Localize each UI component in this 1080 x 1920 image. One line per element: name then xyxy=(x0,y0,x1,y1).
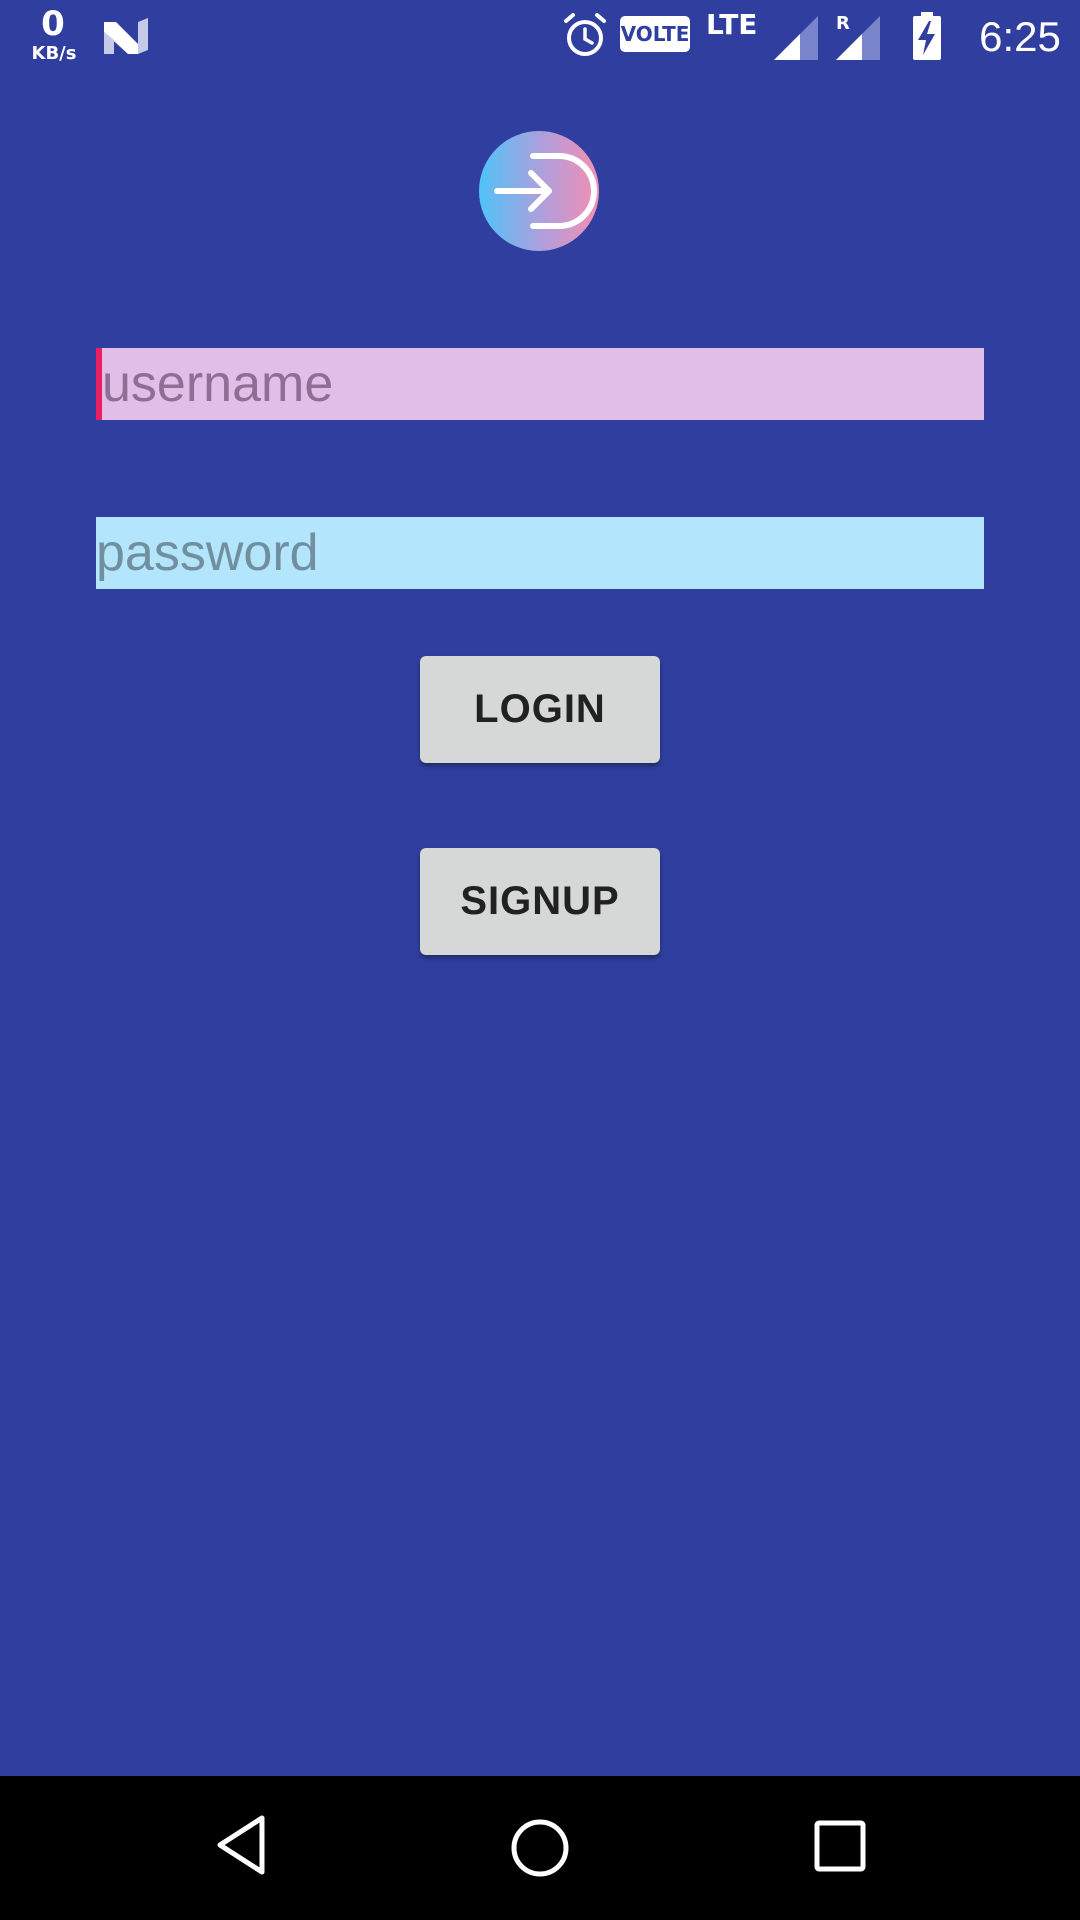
cell-signal-icon xyxy=(774,16,818,60)
net-speed-value: 0 xyxy=(41,4,65,44)
password-input[interactable] xyxy=(96,517,984,589)
recents-icon[interactable] xyxy=(814,1820,866,1872)
battery-charging-icon xyxy=(913,12,941,60)
volte-badge: VOLTE xyxy=(620,16,690,52)
navigation-bar xyxy=(0,1776,1080,1920)
status-bar: 0 KB/s VOLTE LTE R 6:25 xyxy=(0,0,1080,75)
roaming-signal-icon xyxy=(836,16,880,60)
signup-button[interactable]: SIGNUP xyxy=(420,848,660,955)
login-logo xyxy=(479,131,599,251)
back-icon[interactable] xyxy=(214,1814,270,1876)
net-speed-unit: KB/s xyxy=(31,43,77,64)
username-input[interactable] xyxy=(96,348,984,420)
status-time: 6:25 xyxy=(979,13,1061,60)
n-notification-icon xyxy=(104,18,148,54)
login-arrow-icon xyxy=(494,153,597,229)
login-button[interactable]: LOGIN xyxy=(420,656,660,763)
home-icon[interactable] xyxy=(510,1818,570,1878)
network-type-label: LTE xyxy=(706,8,758,41)
alarm-icon xyxy=(564,13,606,56)
